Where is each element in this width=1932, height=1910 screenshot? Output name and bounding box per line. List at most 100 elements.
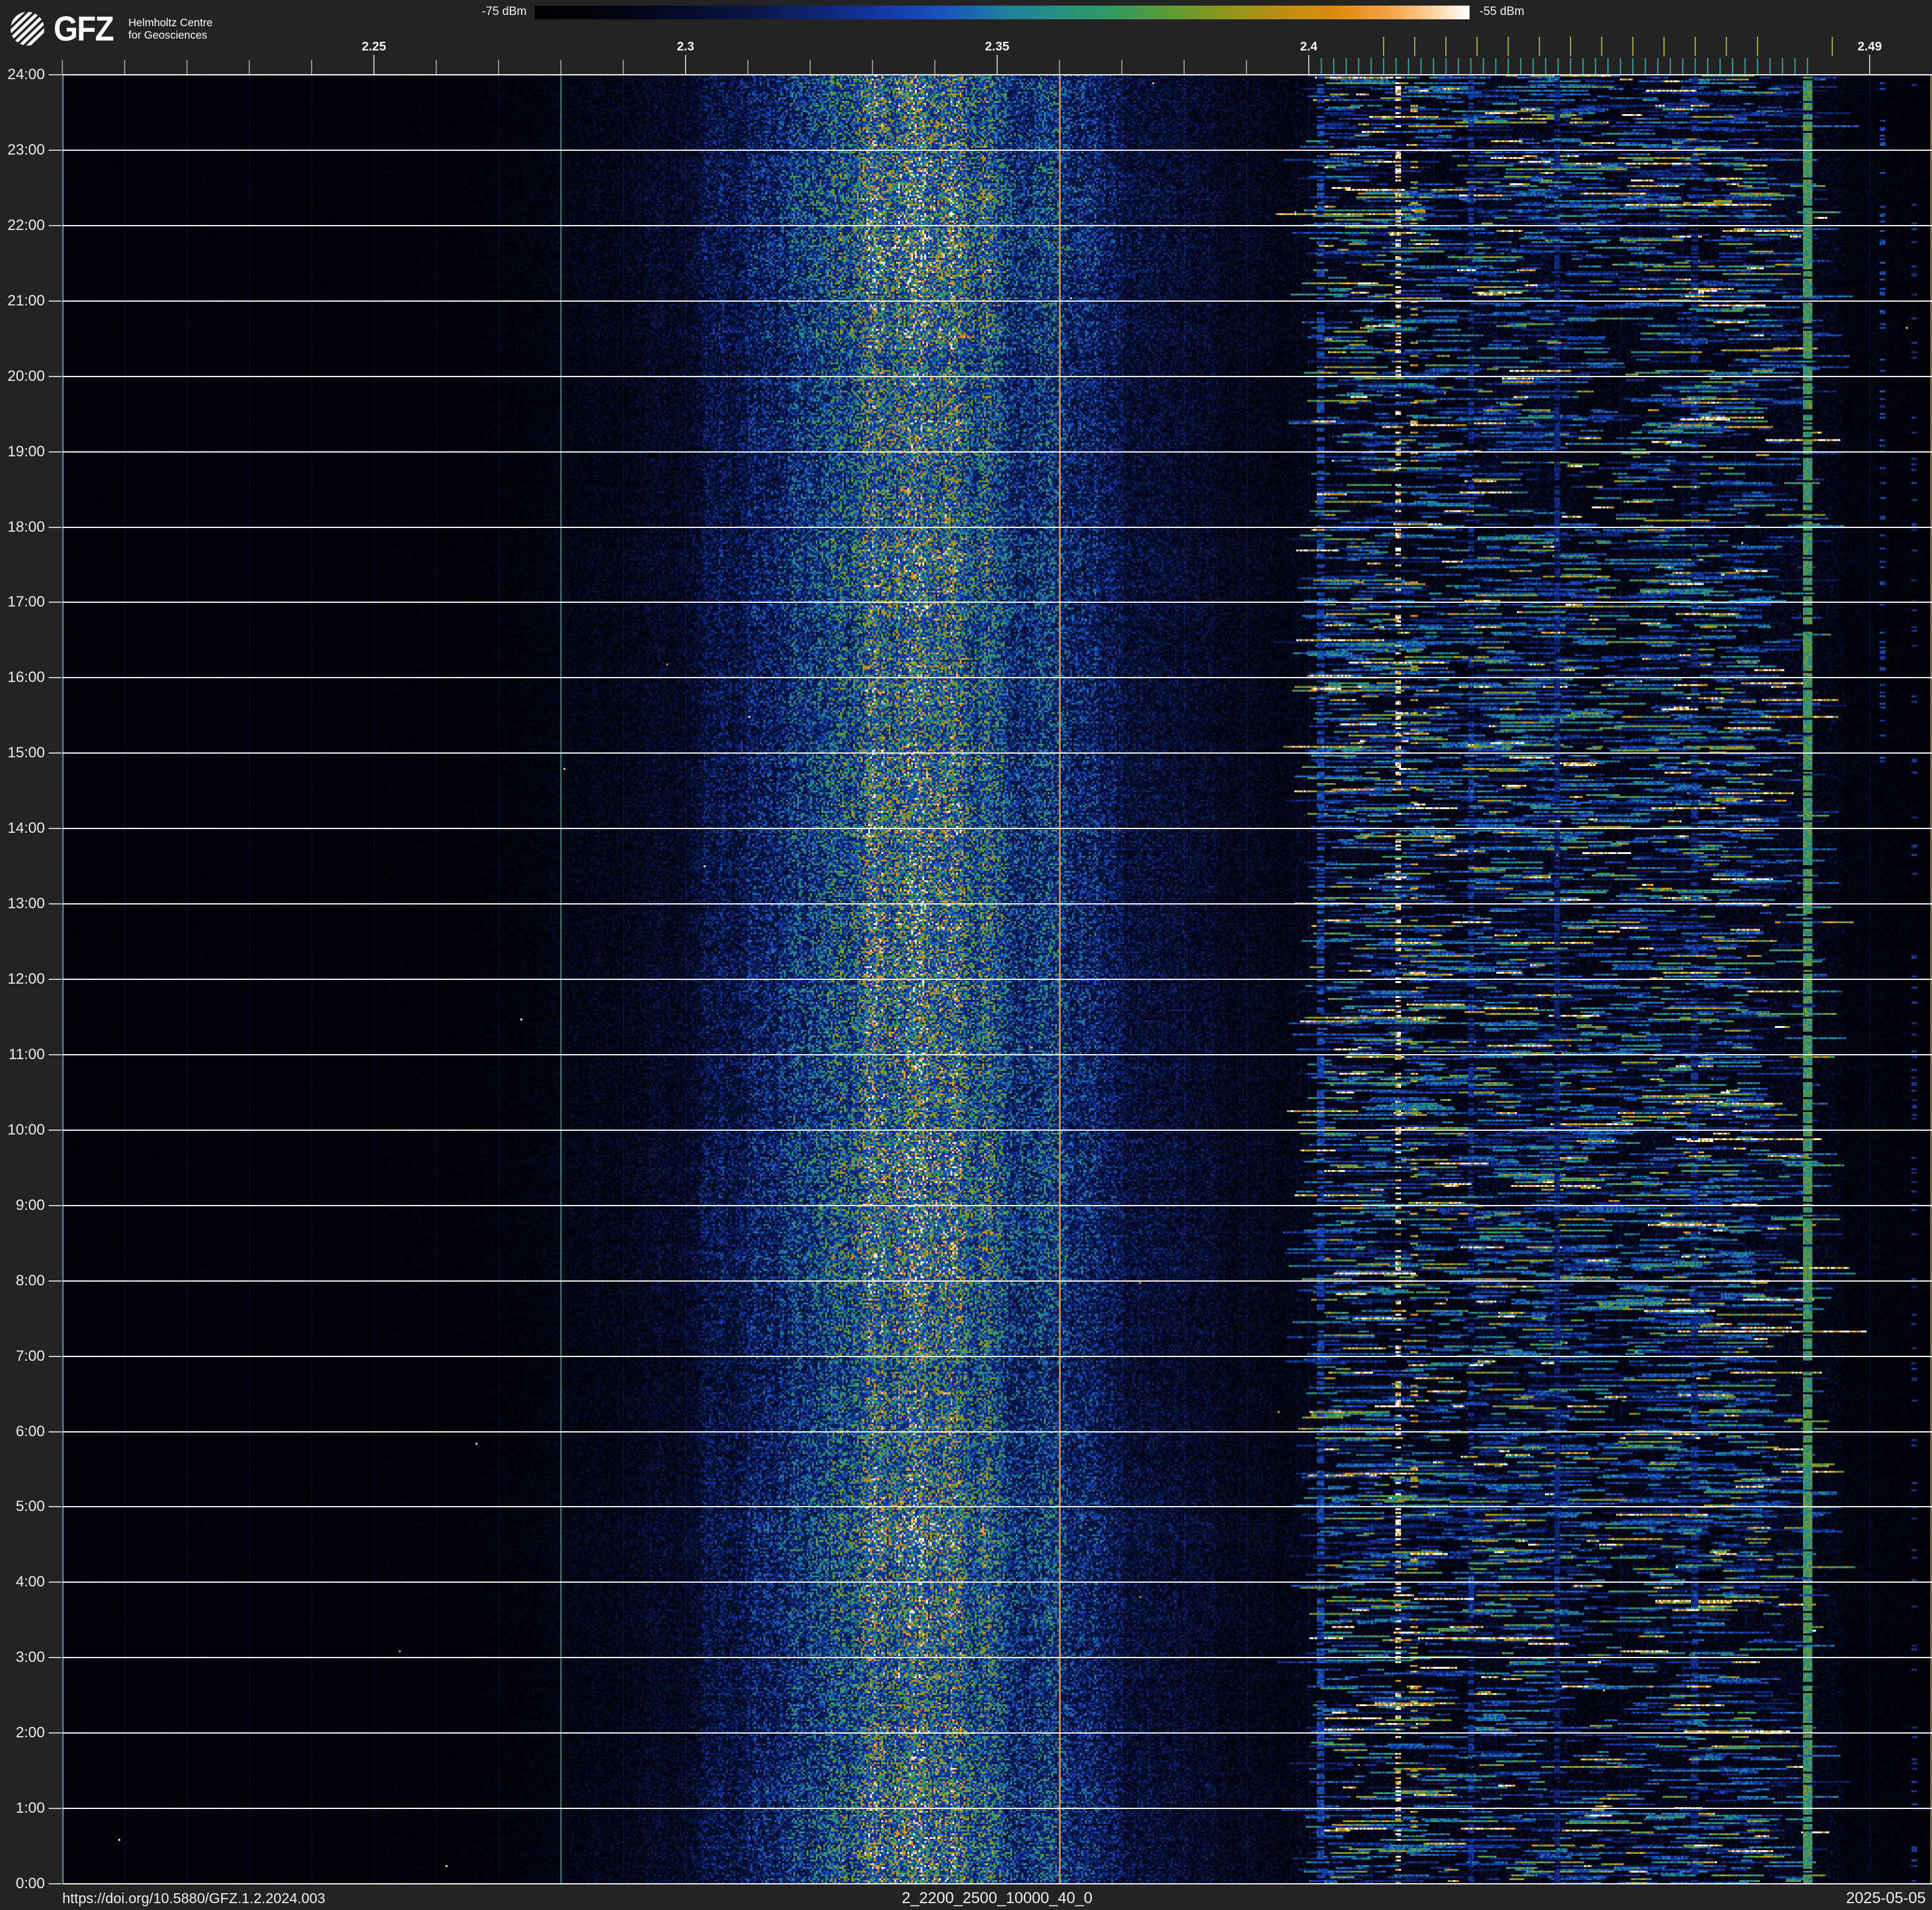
wifi-channel-tick (1663, 37, 1665, 56)
hour-gridline (62, 1355, 1932, 1357)
ble-channel-tick (1533, 58, 1534, 75)
freq-minor-tick (747, 60, 748, 75)
wifi-channel-tick (1507, 37, 1509, 56)
hour-label: 10:00 (7, 1121, 45, 1138)
freq-tick-label: 2.4 (1300, 40, 1317, 54)
hour-label: 22:00 (7, 216, 45, 234)
freq-tick-label: 2.3 (677, 40, 694, 54)
hour-label: 12:00 (7, 971, 45, 987)
hour-gridline (62, 224, 1932, 226)
freq-minor-tick (1059, 60, 1060, 75)
hour-tick-dash (49, 149, 62, 151)
wifi-channel-tick (1600, 37, 1603, 56)
hour-tick-dash (49, 1581, 62, 1583)
ble-channel-tick (1732, 58, 1733, 75)
hour-gridline (62, 1053, 1932, 1055)
hour-gridline (62, 979, 1932, 980)
ble-channel-tick (1508, 58, 1509, 75)
freq-minor-tick (872, 60, 873, 75)
colorbar-gradient (535, 6, 1470, 19)
ble-channel-tick (1395, 58, 1397, 75)
ble-channel-tick (1433, 58, 1434, 75)
freq-major-tick (373, 55, 375, 75)
ble-channel-tick (1620, 58, 1621, 75)
hour-gridline (62, 903, 1932, 905)
ble-channel-tick (1458, 58, 1459, 75)
wifi-channel-tick (1569, 37, 1572, 56)
hour-label: 2:00 (16, 1724, 45, 1742)
hour-label: 19:00 (7, 443, 45, 460)
hour-gridline (62, 1506, 1932, 1508)
hour-gridline (62, 1129, 1932, 1131)
freq-minor-tick (498, 60, 499, 75)
ble-channel-tick (1595, 58, 1596, 75)
freq-major-tick (1869, 55, 1870, 75)
hour-gridline (62, 677, 1932, 679)
wifi-channel-tick (1413, 37, 1416, 56)
ble-channel-tick (1645, 58, 1646, 75)
hour-gridline (62, 526, 1932, 528)
hour-label: 17:00 (7, 593, 45, 611)
ble-channel-tick (1607, 58, 1609, 75)
hour-gridline (62, 149, 1932, 151)
hour-label: 4:00 (16, 1573, 45, 1591)
hour-gridline (62, 602, 1932, 603)
ble-channel-tick (1632, 58, 1633, 75)
ble-channel-tick (1670, 58, 1671, 75)
hour-gridline (62, 1204, 1932, 1206)
ble-channel-tick (1445, 58, 1447, 75)
hour-tick-dash (49, 1657, 62, 1659)
freq-major-tick (1308, 55, 1309, 75)
hour-tick-dash (49, 74, 62, 75)
hour-label: 0:00 (16, 1875, 45, 1892)
hour-tick-dash (49, 1129, 62, 1131)
wifi-channel-tick (1694, 37, 1696, 56)
hour-gridline (62, 1732, 1932, 1734)
spectrogram-page: { "header": { "logo": { "acronym": "GFZ"… (0, 0, 1932, 1910)
freq-minor-tick (186, 60, 188, 75)
wifi-channel-tick (1382, 37, 1385, 56)
gfz-subtitle-line2: for Geosciences (128, 29, 208, 41)
hour-label: 3:00 (16, 1649, 45, 1666)
hour-label: 5:00 (16, 1498, 45, 1515)
hour-tick-dash (49, 1808, 62, 1810)
hour-tick-dash (49, 1431, 62, 1432)
doi-link[interactable]: https://doi.org/10.5880/GFZ.1.2.2024.003 (62, 1890, 325, 1907)
ble-channel-tick (1520, 58, 1521, 75)
hour-gridline (62, 1431, 1932, 1432)
wifi-channel-tick (1476, 37, 1478, 56)
hour-label: 9:00 (16, 1196, 45, 1214)
freq-minor-tick (623, 60, 624, 75)
hour-tick-dash (49, 979, 62, 980)
wifi-channel-tick (1632, 37, 1634, 56)
wifi-channel-tick (1445, 37, 1447, 56)
hour-tick-dash (49, 300, 62, 302)
ble-channel-tick (1769, 58, 1771, 75)
freq-minor-tick (62, 60, 63, 75)
hour-label: 7:00 (16, 1347, 45, 1365)
ble-channel-tick (1383, 58, 1384, 75)
freq-minor-tick (1184, 60, 1185, 75)
hour-label: 23:00 (7, 141, 45, 158)
wifi-channel-tick (1538, 37, 1541, 56)
hour-tick-dash (49, 526, 62, 528)
hour-gridline (62, 375, 1932, 377)
ble-channel-tick (1470, 58, 1471, 75)
ble-channel-tick (1346, 58, 1347, 75)
wifi-channel-tick (1725, 37, 1728, 56)
gfz-acronym: GFZ (54, 9, 114, 48)
hour-gridline (62, 1581, 1932, 1583)
freq-minor-tick (249, 60, 250, 75)
hour-tick-dash (49, 375, 62, 377)
date-label: 2025-05-05 (1846, 1889, 1926, 1907)
hour-label: 14:00 (7, 820, 45, 837)
ble-channel-tick (1495, 58, 1496, 75)
freq-minor-tick (436, 60, 437, 75)
hour-gridline (62, 1808, 1932, 1810)
ble-channel-tick (1582, 58, 1584, 75)
hour-tick-dash (49, 1506, 62, 1508)
colorbar-max-label: -55 dBm (1480, 5, 1524, 18)
hour-tick-dash (49, 677, 62, 679)
hour-tick-dash (49, 752, 62, 754)
ble-channel-tick (1545, 58, 1546, 75)
